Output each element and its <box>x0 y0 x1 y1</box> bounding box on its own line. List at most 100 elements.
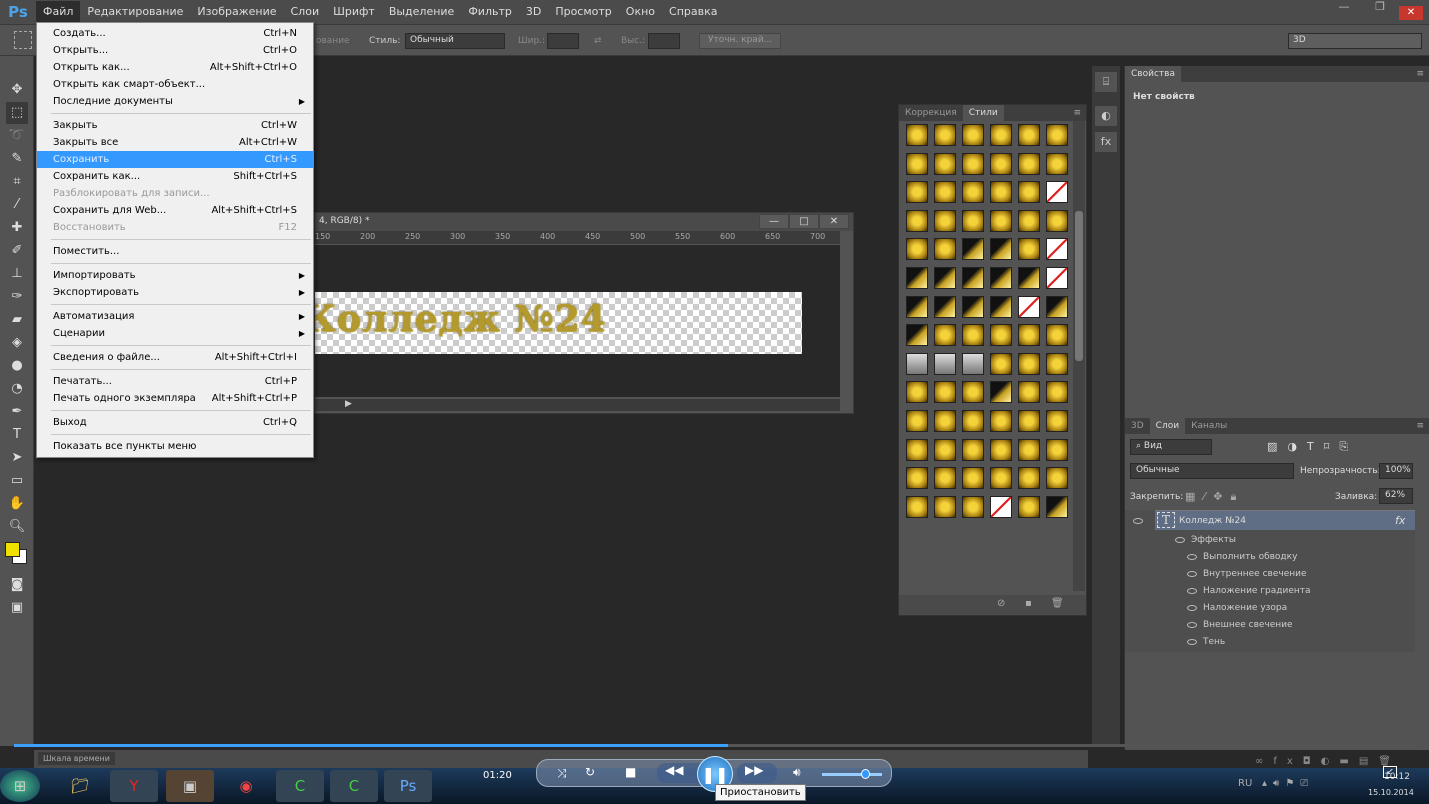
file-menu-item[interactable]: Сохранить для Web... Alt+Shift+Ctrl+S <box>37 202 313 219</box>
width-input[interactable] <box>547 33 579 49</box>
style-swatch[interactable] <box>990 266 1012 289</box>
file-menu-item[interactable]: Сведения о файле... Alt+Shift+Ctrl+I <box>37 349 313 366</box>
styles-scrollbar[interactable] <box>1073 121 1085 591</box>
panel-menu-icon[interactable]: ≡ <box>1411 66 1429 82</box>
file-menu-item[interactable]: Открыть... Ctrl+O <box>37 42 313 59</box>
style-swatch[interactable] <box>990 495 1012 518</box>
style-swatch[interactable] <box>990 238 1012 261</box>
restore-button[interactable]: ❐ <box>1363 0 1397 18</box>
style-swatch[interactable] <box>934 152 956 175</box>
style-swatch[interactable] <box>962 181 984 204</box>
style-swatch[interactable] <box>962 409 984 432</box>
style-swatch[interactable] <box>906 381 928 404</box>
style-swatch[interactable] <box>1018 295 1040 318</box>
effect-eye-icon[interactable] <box>1187 638 1197 645</box>
camtasia-taskbar-icon[interactable]: C <box>276 770 324 802</box>
style-swatch[interactable] <box>906 295 928 318</box>
file-menu-item[interactable]: Печать одного экземпляра Alt+Shift+Ctrl+P <box>37 390 313 407</box>
menu-6[interactable]: Фильтр <box>461 1 519 23</box>
style-swatch[interactable] <box>1018 181 1040 204</box>
style-swatch[interactable] <box>1018 238 1040 261</box>
style-swatch[interactable] <box>1046 324 1068 347</box>
style-swatch[interactable] <box>934 266 956 289</box>
game-taskbar-icon[interactable]: ▣ <box>166 770 214 802</box>
menu-7[interactable]: 3D <box>519 1 548 23</box>
style-swatch[interactable] <box>990 352 1012 375</box>
tab-styles[interactable]: Стили <box>962 105 1004 121</box>
file-menu-item[interactable]: Печатать... Ctrl+P <box>37 373 313 390</box>
style-swatch[interactable] <box>906 324 928 347</box>
effect-item[interactable]: Тень <box>1187 637 1225 647</box>
menu-9[interactable]: Окно <box>619 1 662 23</box>
style-swatch[interactable] <box>934 381 956 404</box>
file-menu-item[interactable]: Экспортировать ▶ <box>37 284 313 301</box>
style-swatch[interactable] <box>1046 409 1068 432</box>
switch-to-player-icon[interactable]: ↙ <box>1383 766 1397 778</box>
style-swatch[interactable] <box>990 181 1012 204</box>
style-swatch[interactable] <box>990 209 1012 232</box>
volume-slider-handle[interactable] <box>861 769 870 779</box>
style-swatch[interactable] <box>962 152 984 175</box>
height-input[interactable] <box>648 33 680 49</box>
horizontal-scrollbar[interactable]: ▶ <box>315 399 840 411</box>
style-swatch[interactable] <box>1018 266 1040 289</box>
style-swatch[interactable] <box>906 352 928 375</box>
style-swatch[interactable] <box>934 209 956 232</box>
blend-mode-select[interactable]: Обычные <box>1130 463 1294 479</box>
style-swatch[interactable] <box>962 438 984 461</box>
style-select[interactable]: Обычный <box>405 33 505 49</box>
style-swatch[interactable] <box>1018 209 1040 232</box>
close-button[interactable]: ✕ <box>1399 6 1423 20</box>
style-swatch[interactable] <box>934 124 956 146</box>
effect-eye-icon[interactable] <box>1187 570 1197 577</box>
foreground-color-swatch[interactable] <box>5 542 20 557</box>
healing-brush-icon[interactable]: ✚ <box>6 217 28 239</box>
style-swatch[interactable] <box>906 467 928 490</box>
style-swatch[interactable] <box>1046 295 1068 318</box>
opacity-input[interactable]: 100% <box>1379 463 1413 479</box>
clear-style-icon[interactable]: ⊘ <box>997 598 1005 609</box>
style-swatch[interactable] <box>906 438 928 461</box>
file-menu-item[interactable]: Выход Ctrl+Q <box>37 414 313 431</box>
style-swatch[interactable] <box>962 381 984 404</box>
style-swatch[interactable] <box>962 238 984 261</box>
style-swatch[interactable] <box>990 295 1012 318</box>
style-swatch[interactable] <box>1046 124 1068 146</box>
visibility-eye-icon[interactable] <box>1133 516 1149 526</box>
menu-1[interactable]: Редактирование <box>80 1 190 23</box>
photoshop-taskbar-icon[interactable]: Ps <box>384 770 432 802</box>
effect-item[interactable]: Внутреннее свечение <box>1187 569 1307 579</box>
tab-properties[interactable]: Свойства <box>1125 66 1181 82</box>
style-swatch[interactable] <box>1046 352 1068 375</box>
file-menu-item[interactable]: Закрыть все Alt+Ctrl+W <box>37 134 313 151</box>
eyedropper-icon[interactable]: ⁄ <box>6 194 28 216</box>
file-menu-item[interactable]: Открыть как... Alt+Shift+Ctrl+O <box>37 59 313 76</box>
dodge-tool-icon[interactable]: ◔ <box>6 378 28 400</box>
hand-tool-icon[interactable]: ✋ <box>6 493 28 515</box>
menu-8[interactable]: Просмотр <box>548 1 618 23</box>
file-menu-item[interactable]: Поместить... <box>37 243 313 260</box>
tab-adjustments[interactable]: Коррекция <box>899 105 963 121</box>
style-swatch[interactable] <box>1046 238 1068 261</box>
effects-group[interactable]: Эффекты <box>1175 535 1236 545</box>
style-swatch[interactable] <box>990 324 1012 347</box>
file-menu-item[interactable]: Сохранить Ctrl+S <box>37 151 313 168</box>
history-brush-icon[interactable]: ✑ <box>6 286 28 308</box>
style-swatch[interactable] <box>906 266 928 289</box>
video-progress-bar[interactable] <box>14 744 1414 747</box>
menu-4[interactable]: Шрифт <box>326 1 382 23</box>
style-swatch[interactable] <box>1046 266 1068 289</box>
style-swatch[interactable] <box>962 324 984 347</box>
panel-menu-icon[interactable]: ≡ <box>1068 105 1086 121</box>
style-swatch[interactable] <box>1018 467 1040 490</box>
type-tool-icon[interactable]: T <box>6 424 28 446</box>
doc-maximize-button[interactable]: □ <box>789 214 819 229</box>
stamp-tool-icon[interactable]: ⊥ <box>6 263 28 285</box>
style-swatch[interactable] <box>990 152 1012 175</box>
tab-layers[interactable]: Слои <box>1149 418 1186 434</box>
style-swatch[interactable] <box>990 409 1012 432</box>
panel-menu-icon[interactable]: ≡ <box>1411 418 1429 434</box>
style-swatch[interactable] <box>1046 438 1068 461</box>
style-swatch[interactable] <box>1018 438 1040 461</box>
style-swatch[interactable] <box>962 352 984 375</box>
